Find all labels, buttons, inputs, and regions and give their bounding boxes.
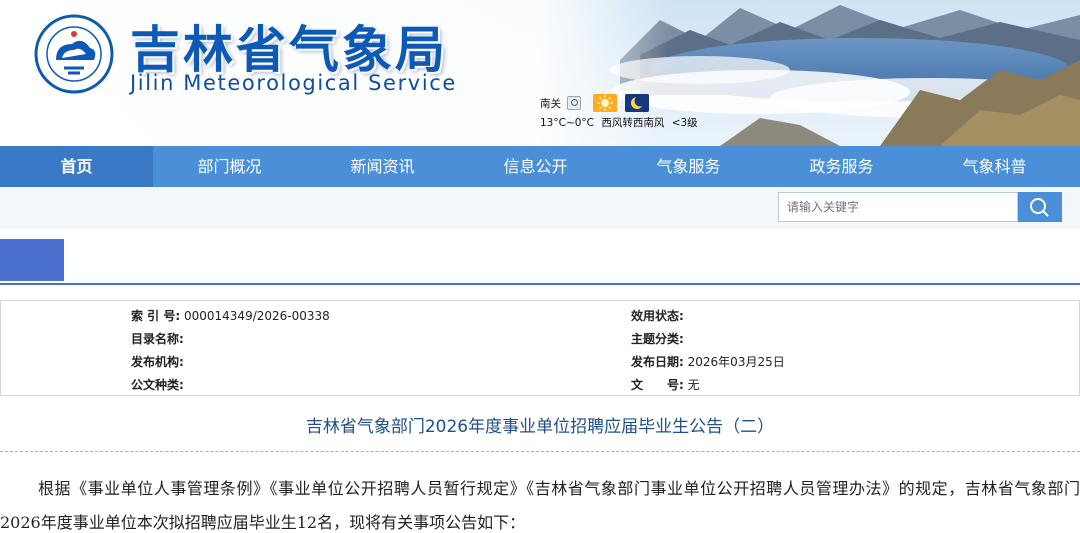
meta-index-value: 000014349/2026-00338 bbox=[183, 309, 330, 323]
weather-wind: 西风转西南风 bbox=[601, 117, 665, 129]
meta-validity-label: 效用状态: bbox=[631, 309, 684, 323]
weather-widget: 南关 13°C~0°C 西风转西南风 <3级 bbox=[540, 93, 702, 130]
meta-publisher: 发布机构: bbox=[131, 353, 184, 370]
moon-icon bbox=[625, 94, 649, 112]
weather-search-icon[interactable] bbox=[567, 96, 581, 110]
meta-doctype: 公文种类: bbox=[131, 376, 184, 393]
meta-validity: 效用状态: bbox=[631, 307, 684, 324]
meta-date-value: 2026年03月25日 bbox=[687, 355, 785, 369]
main-nav: 首页 部门概况 新闻资讯 信息公开 气象服务 政务服务 气象科普 bbox=[0, 146, 1080, 187]
weather-temperature: 13°C~0°C bbox=[540, 117, 595, 129]
section-divider bbox=[0, 283, 1080, 285]
search-button[interactable] bbox=[1018, 192, 1062, 222]
meta-publisher-label: 发布机构: bbox=[131, 355, 184, 369]
meta-index-label: 索 引 号: bbox=[131, 309, 181, 323]
meta-topic: 主题分类: bbox=[631, 330, 684, 347]
weather-wind-level: <3级 bbox=[671, 117, 698, 129]
meta-date: 发布日期: 2026年03月25日 bbox=[631, 353, 785, 370]
nav-item-department[interactable]: 部门概况 bbox=[153, 146, 306, 187]
article-title: 吉林省气象部门2026年度事业单位招聘应届毕业生公告（二） bbox=[305, 417, 775, 437]
header-banner: 吉林省气象局 Jilin Meteorological Service 南关 1… bbox=[0, 0, 1080, 146]
weather-city: 南关 bbox=[540, 97, 561, 110]
title-divider bbox=[0, 451, 1080, 452]
site-subtitle: Jilin Meteorological Service bbox=[130, 71, 457, 95]
section-tab bbox=[0, 239, 64, 281]
nav-item-home[interactable]: 首页 bbox=[0, 146, 153, 187]
meta-doctype-label: 公文种类: bbox=[131, 378, 184, 392]
search-icon bbox=[1030, 198, 1049, 217]
meta-docno: 文 号: 无 bbox=[631, 376, 700, 393]
sun-icon bbox=[593, 94, 617, 112]
nav-item-news[interactable]: 新闻资讯 bbox=[306, 146, 459, 187]
meta-date-label: 发布日期: bbox=[631, 355, 684, 369]
meta-catalog-label: 目录名称: bbox=[131, 332, 184, 346]
meta-index: 索 引 号: 000014349/2026-00338 bbox=[131, 307, 330, 324]
nav-item-info-disclosure[interactable]: 信息公开 bbox=[459, 146, 612, 187]
meta-topic-label: 主题分类: bbox=[631, 332, 684, 346]
search-input[interactable] bbox=[778, 192, 1018, 222]
document-meta-table: 索 引 号: 000014349/2026-00338 效用状态: 目录名称: … bbox=[0, 300, 1080, 396]
nav-item-science[interactable]: 气象科普 bbox=[918, 146, 1071, 187]
nav-item-government-service[interactable]: 政务服务 bbox=[765, 146, 918, 187]
meta-docno-value: 无 bbox=[687, 378, 700, 392]
article-paragraph: 根据《事业单位人事管理条例》《事业单位公开招聘人员暂行规定》《吉林省气象部门事业… bbox=[0, 479, 1080, 532]
search-bar bbox=[0, 187, 1080, 229]
nav-item-weather-service[interactable]: 气象服务 bbox=[612, 146, 765, 187]
meta-docno-label: 文 号: bbox=[631, 378, 684, 392]
cma-logo bbox=[34, 14, 114, 94]
meta-catalog: 目录名称: bbox=[131, 330, 184, 347]
